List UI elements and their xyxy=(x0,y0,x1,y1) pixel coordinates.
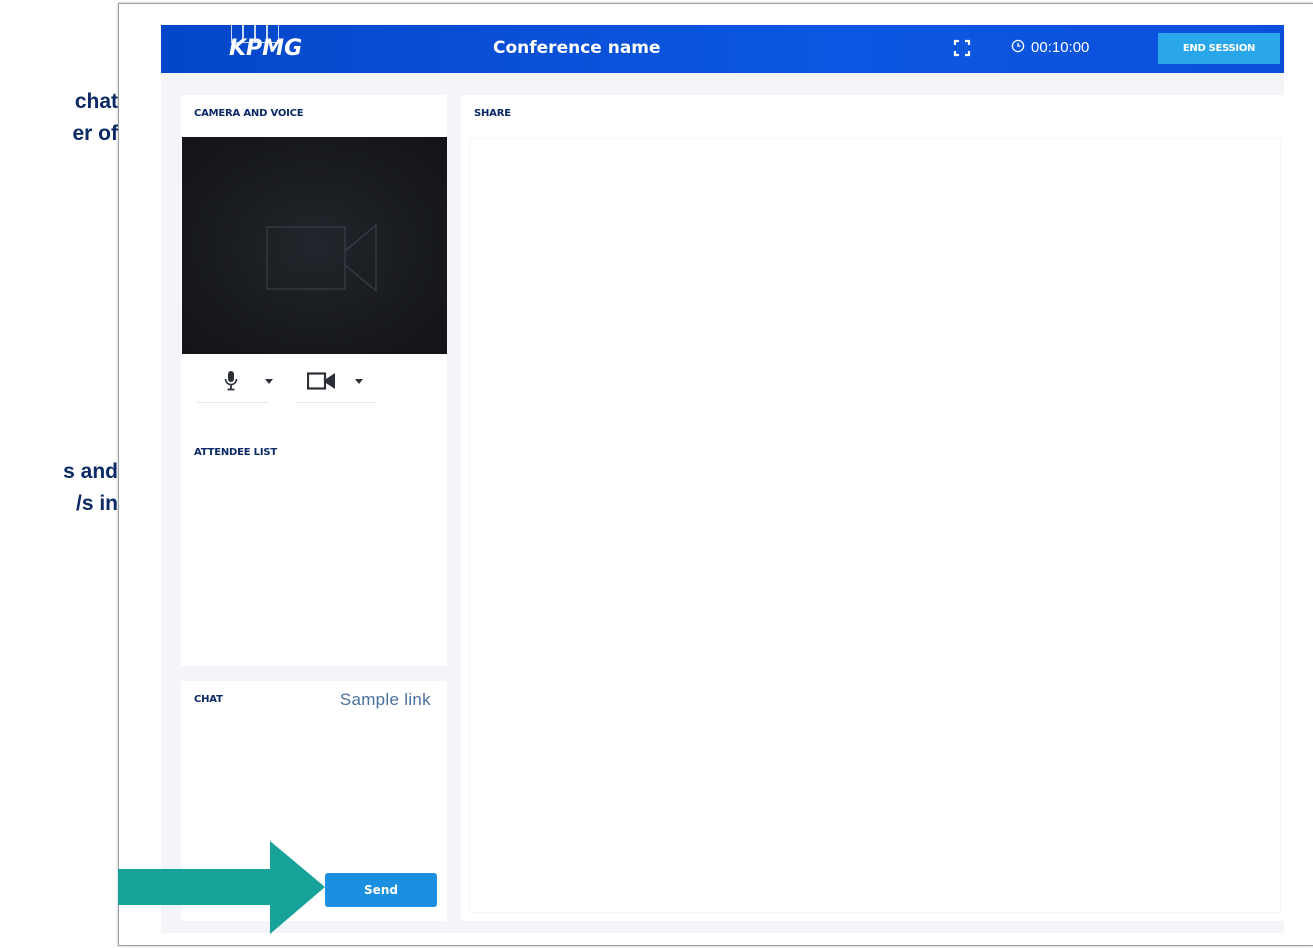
send-button[interactable]: Send xyxy=(325,873,437,907)
microphone-options-dropdown[interactable] xyxy=(257,367,281,395)
microphone-icon xyxy=(224,371,238,391)
chevron-down-icon xyxy=(355,378,363,384)
slide-text-line: s and xyxy=(63,460,118,483)
share-area xyxy=(469,138,1281,913)
video-preview xyxy=(182,137,447,354)
conference-name: Conference name xyxy=(493,38,661,58)
share-panel: SHARE xyxy=(461,95,1284,921)
divider xyxy=(295,402,377,403)
expand-icon[interactable] xyxy=(953,39,971,57)
sample-link[interactable]: Sample link xyxy=(340,690,431,710)
divider xyxy=(197,402,269,403)
microphone-button[interactable] xyxy=(217,367,245,395)
clock-icon xyxy=(1011,39,1025,53)
end-session-button[interactable]: END SESSION xyxy=(1158,33,1280,64)
conference-app: KPMG Conference name 00:10:00 END SESSIO… xyxy=(161,25,1284,933)
attendee-list-title: ATTENDEE LIST xyxy=(194,447,277,458)
camera-voice-title: CAMERA AND VOICE xyxy=(194,108,304,119)
session-timer: 00:10:00 xyxy=(1031,39,1090,56)
app-header: KPMG Conference name 00:10:00 END SESSIO… xyxy=(161,25,1284,73)
slide-text-top: chat er of xyxy=(0,86,118,150)
video-camera-icon xyxy=(307,372,335,390)
slide-text-middle: s and /s in xyxy=(0,456,118,520)
camera-options-dropdown[interactable] xyxy=(347,367,371,395)
slide-text-line: er of xyxy=(72,122,118,145)
media-controls xyxy=(197,357,377,405)
attendee-list-panel: ATTENDEE LIST xyxy=(181,434,447,666)
slide-text-line: chat xyxy=(74,90,118,113)
video-camera-icon xyxy=(266,223,377,293)
camera-button[interactable] xyxy=(305,367,339,395)
slide-text-line: /s in xyxy=(75,492,118,515)
chat-title: CHAT xyxy=(194,694,223,705)
camera-voice-panel: CAMERA AND VOICE xyxy=(181,95,447,435)
chevron-down-icon xyxy=(265,378,273,384)
arrow-right-icon xyxy=(118,841,325,934)
kpmg-logo: KPMG xyxy=(229,36,303,61)
share-title: SHARE xyxy=(474,108,511,119)
